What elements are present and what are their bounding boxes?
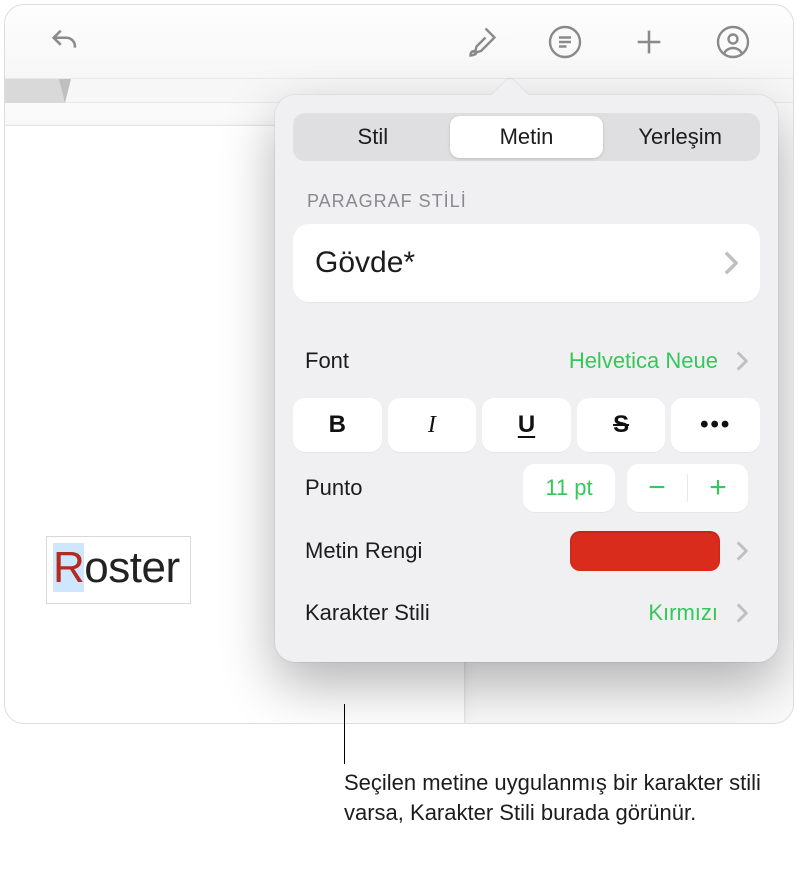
paragraph-style-picker[interactable]: Gövde* xyxy=(293,224,760,302)
callout-text: Seçilen metine uygulanmış bir karakter s… xyxy=(344,768,774,827)
undo-button[interactable] xyxy=(41,18,89,66)
underline-button[interactable]: U xyxy=(482,398,571,452)
format-button[interactable] xyxy=(457,18,505,66)
tab-yerlesim[interactable]: Yerleşim xyxy=(603,116,757,158)
selected-char: R xyxy=(53,543,84,592)
tab-bar: Stil Metin Yerleşim xyxy=(293,113,760,161)
size-value[interactable]: 11 pt xyxy=(523,464,615,512)
tab-metin[interactable]: Metin xyxy=(450,116,604,158)
font-row-label: Font xyxy=(305,348,569,374)
paragraph-style-label: Gövde* xyxy=(315,246,724,280)
size-stepper: − + xyxy=(627,464,748,512)
collaborate-button[interactable] xyxy=(709,18,757,66)
paragraph-section-header: PARAGRAF STİLİ xyxy=(307,191,760,212)
character-style-label: Karakter Stili xyxy=(305,600,648,626)
app-window: Roster Stil Metin Yerleşim PARAGRAF STİL… xyxy=(4,4,794,724)
format-popover: Stil Metin Yerleşim PARAGRAF STİLİ Gövde… xyxy=(275,95,778,662)
font-row[interactable]: Font Helvetica Neue xyxy=(293,330,760,392)
size-decrement[interactable]: − xyxy=(627,464,687,512)
chevron-right-icon xyxy=(736,541,748,561)
character-style-row[interactable]: Karakter Stili Kırmızı xyxy=(293,582,760,644)
rest-text: oster xyxy=(84,543,179,592)
chevron-right-icon xyxy=(724,251,738,275)
bold-button[interactable]: B xyxy=(293,398,382,452)
character-style-value: Kırmızı xyxy=(648,600,718,626)
chevron-right-icon xyxy=(736,351,748,371)
size-row: Punto 11 pt − + xyxy=(293,460,760,520)
threads-button[interactable] xyxy=(541,18,589,66)
paintbrush-icon xyxy=(463,24,499,60)
add-button[interactable] xyxy=(625,18,673,66)
list-circle-icon xyxy=(547,24,583,60)
color-swatch[interactable] xyxy=(570,531,720,571)
text-color-label: Metin Rengi xyxy=(305,538,570,564)
font-row-value: Helvetica Neue xyxy=(569,348,718,374)
size-increment[interactable]: + xyxy=(688,464,748,512)
callout-line xyxy=(344,704,345,764)
toolbar xyxy=(5,5,793,79)
text-color-row[interactable]: Metin Rengi xyxy=(293,520,760,582)
plus-icon xyxy=(632,25,666,59)
italic-button[interactable]: I xyxy=(388,398,477,452)
size-label: Punto xyxy=(305,475,511,501)
ruler-marker[interactable] xyxy=(5,79,65,103)
tab-stil[interactable]: Stil xyxy=(296,116,450,158)
undo-icon xyxy=(48,25,82,59)
format-buttons: B I U S ••• xyxy=(293,392,760,460)
strike-button[interactable]: S xyxy=(577,398,666,452)
more-button[interactable]: ••• xyxy=(671,398,760,452)
person-circle-icon xyxy=(715,24,751,60)
text-box[interactable]: Roster xyxy=(46,536,191,604)
chevron-right-icon xyxy=(736,603,748,623)
